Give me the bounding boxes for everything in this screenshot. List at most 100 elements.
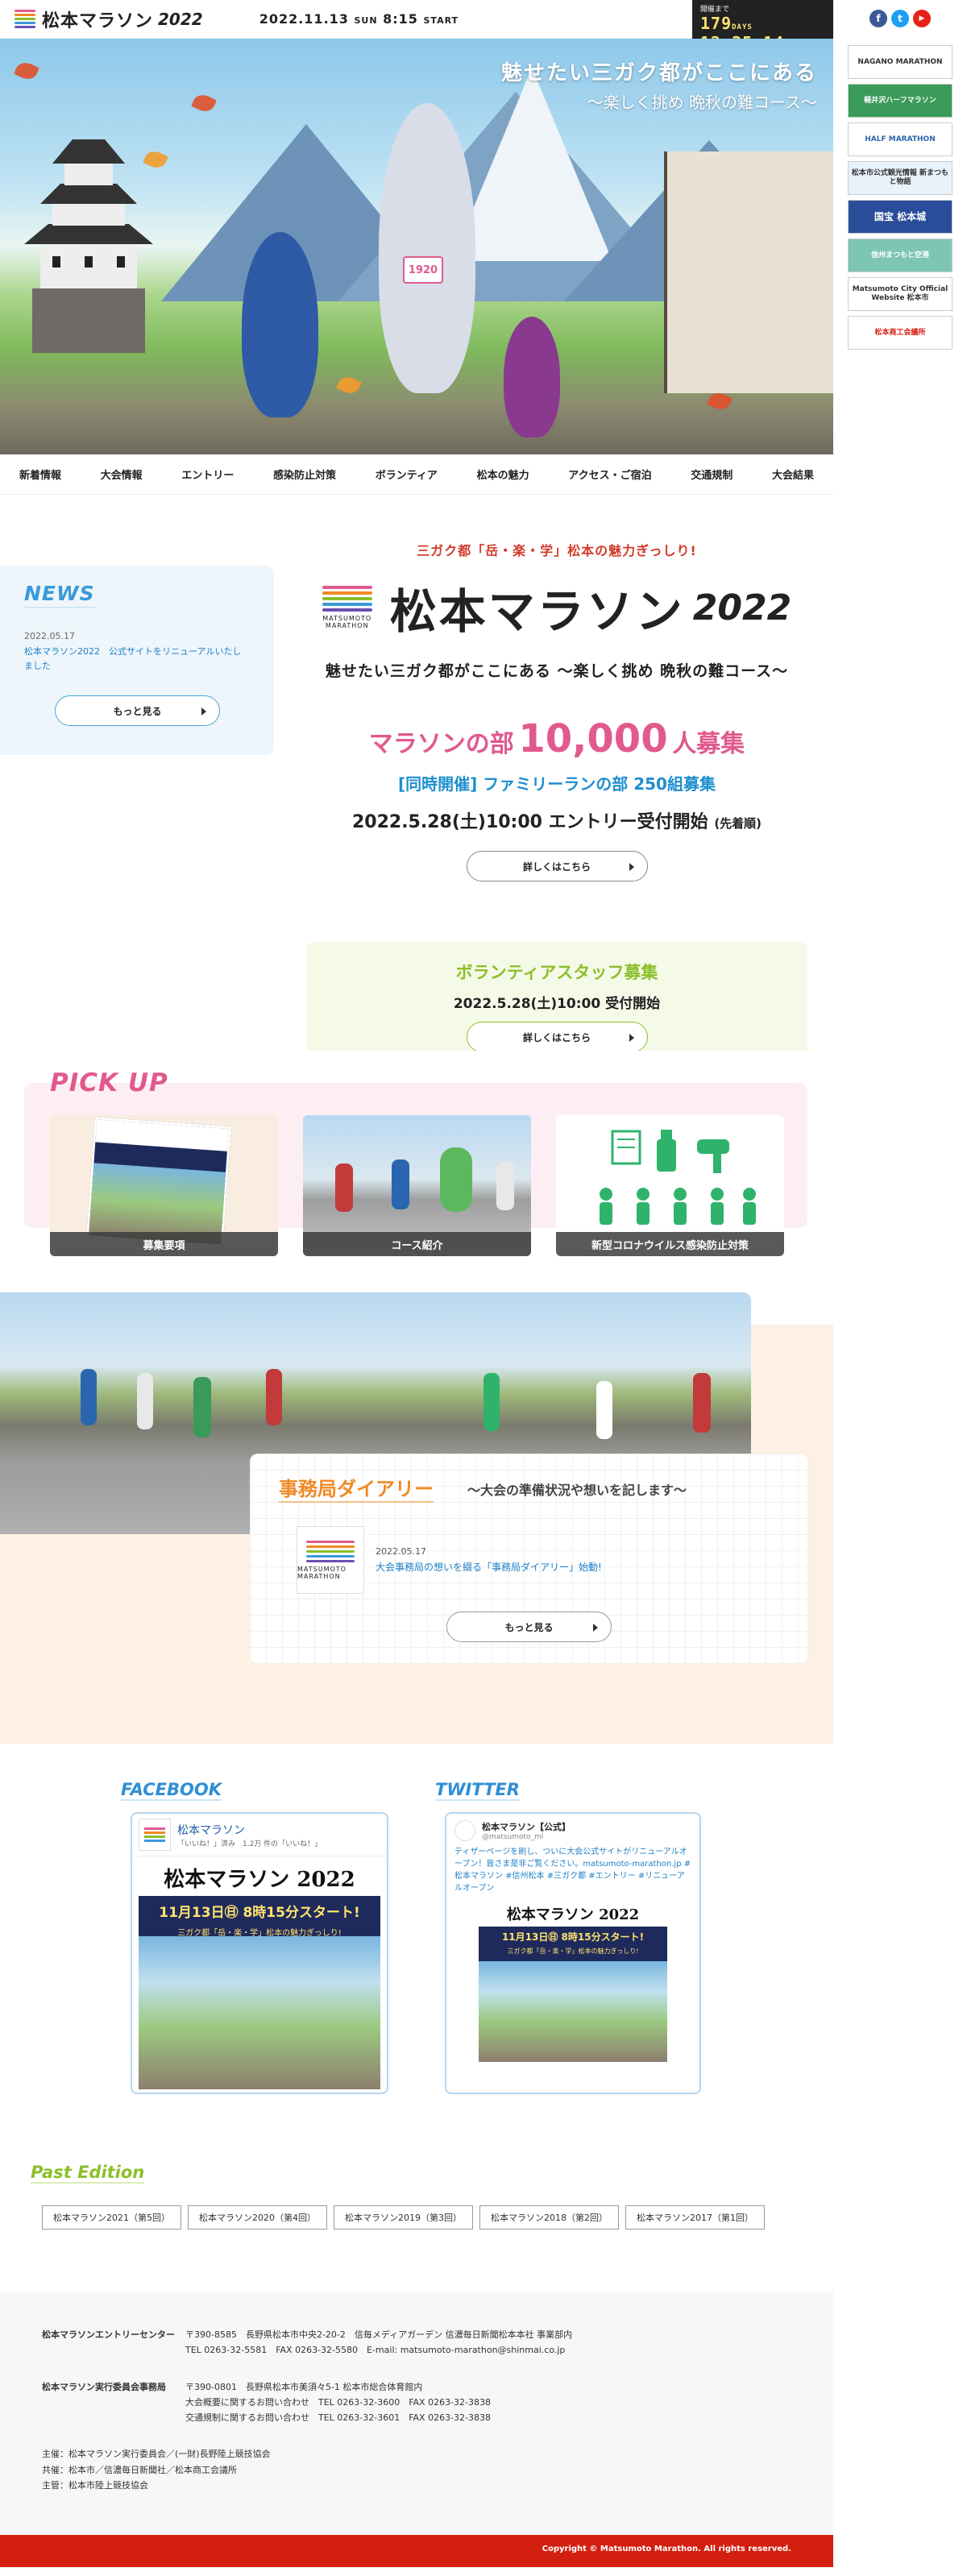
social-icons: f t ▶ [833, 10, 967, 27]
tw-poster-image: 松本マラソン 2022 11月13日㊐ 8時15分スタート! 三ガク都「岳・楽・… [479, 1901, 667, 2062]
chevron-right-icon [629, 1034, 634, 1042]
castle-illustration [24, 139, 153, 353]
main-logo-year: 2022 [692, 587, 792, 628]
runner-figure [496, 1162, 514, 1210]
main-logo-name: 松本マラソン [389, 584, 685, 639]
nav-item-infection-control[interactable]: 感染防止対策 [273, 467, 336, 482]
fb-likes: 「いいね！」済み 1.2万 件の「いいね！」 [177, 1840, 322, 1848]
banner-matsumoto-city[interactable]: Matsumoto City Official Website 松本市 [848, 277, 952, 311]
banner-half-marathon[interactable]: HALF MARATHON [848, 122, 952, 156]
nav-item-volunteer[interactable]: ボランティア [376, 467, 438, 482]
entry-center-name: 松本マラソンエントリーセンター [42, 2329, 175, 2340]
main-top: NEWS 2022.05.17 松本マラソン2022 公式サイトをリニューアルい… [0, 495, 833, 1063]
nav-item-news[interactable]: 新着情報 [19, 467, 61, 482]
facebook-embed[interactable]: 松本マラソン 「いいね！」済み 1.2万 件の「いいね！」 松本マラソン 202… [131, 1812, 388, 2094]
diary-date: 2022.05.17 [376, 1546, 426, 1557]
copyright-bar: Copyright © Matsumoto Marathon. All righ… [0, 2535, 833, 2567]
nav-item-results[interactable]: 大会結果 [772, 467, 814, 482]
chevron-right-icon [629, 863, 634, 871]
banner-matsumoto-airport[interactable]: 信州まつもと空港 [848, 239, 952, 272]
pickup-card-guidelines[interactable]: 募集要項 [50, 1115, 278, 1256]
twitter-icon[interactable]: t [891, 10, 909, 27]
banner-chamber-of-commerce[interactable]: 松本商工会議所 [848, 316, 952, 350]
hero-copy-main: 魅せたい三ガク都がここにある [500, 61, 817, 85]
runner-illustration [379, 103, 475, 393]
main-entry-block: 三ガク都「岳・楽・学」松本の魅力ぎっしり! MATSUMOTO MARATHON… [305, 540, 809, 881]
global-nav: 新着情報 大会情報 エントリー 感染防止対策 ボランティア 松本の魅力 アクセス… [0, 454, 833, 495]
banner-matsumoto-tourism[interactable]: 松本市公式観光情報 新まつもと物語 [848, 161, 952, 195]
countdown-days-unit: DAYS [732, 23, 753, 31]
volunteer-detail-button[interactable]: 詳しくはこちら [466, 1022, 648, 1052]
hero-copy: 魅せたい三ガク都がここにある 〜楽しく挑め 晩秋の難コース〜 [501, 56, 817, 113]
youtube-icon[interactable]: ▶ [913, 10, 931, 27]
twitter-embed[interactable]: 松本マラソン【公式】 @matsumoto_ml ティザーページを刷し、ついに大… [445, 1812, 701, 2094]
office-address: 〒390-0801 長野県松本市美須々5-1 松本市総合体育館内 [185, 2381, 423, 2392]
tw-poster-date: 11月13日㊐ 8時15分スタート! [501, 1931, 645, 1943]
news-text: 松本マラソン2022 公式サイトをリニューアルいたしました [24, 645, 242, 672]
footer-entry-center: 松本マラソンエントリーセンター 〒390-8585 長野県松本市中央2-20-2… [42, 2327, 791, 2358]
footer-office: 松本マラソン実行委員会事務局 〒390-0801 長野県松本市美須々5-1 松本… [42, 2379, 791, 2426]
event-date: 2022.11.13 SUN 8:15 START [259, 11, 459, 27]
nav-item-matsumoto-charm[interactable]: 松本の魅力 [477, 467, 529, 482]
diary-more-button[interactable]: もっと見る [446, 1612, 612, 1642]
marathon-logo-mark-icon: MATSUMOTO MARATHON [322, 586, 372, 629]
nav-item-access[interactable]: アクセス・ご宿泊 [568, 467, 651, 482]
nav-item-traffic[interactable]: 交通規制 [691, 467, 733, 482]
news-more-button[interactable]: もっと見る [55, 695, 220, 727]
nav-item-event-info[interactable]: 大会情報 [101, 467, 143, 482]
tw-avatar [454, 1820, 475, 1841]
nav-item-entry[interactable]: エントリー [181, 467, 234, 482]
site-logo[interactable]: 松本マラソン 2022 [0, 6, 203, 32]
logo-year: 2022 [158, 9, 203, 29]
infection-control-icons [600, 1130, 756, 1225]
diary-entry[interactable]: MATSUMOTO MARATHON 2022.05.17 大会事務局の想いを綴… [297, 1526, 602, 1594]
past-edition-2018[interactable]: 松本マラソン2018（第2回） [479, 2205, 619, 2230]
logo-caption: MATSUMOTO MARATHON [322, 615, 372, 629]
banner-karuizawa-half[interactable]: 軽井沢ハーフマラソン [848, 84, 952, 118]
runner-figure [335, 1164, 353, 1212]
past-edition-2017[interactable]: 松本マラソン2017（第1回） [625, 2205, 765, 2230]
pickup-title: PICK UP [50, 1068, 168, 1097]
past-edition-2020[interactable]: 松本マラソン2020（第4回） [188, 2205, 327, 2230]
past-edition-list: 松本マラソン2021（第5回） 松本マラソン2020（第4回） 松本マラソン20… [42, 2205, 765, 2230]
site-header: 松本マラソン 2022 2022.11.13 SUN 8:15 START 開催… [0, 0, 833, 52]
office-contact-traffic: 交通規制に関するお問い合わせ TEL 0263-32-3601 FAX 0263… [185, 2412, 492, 2423]
guideline-booklet-image [85, 1117, 232, 1247]
past-edition-2019[interactable]: 松本マラソン2019（第3回） [334, 2205, 473, 2230]
runner-illustration [504, 317, 560, 438]
fb-poster-date: 11月13日㊐ 8時15分スタート! [159, 1905, 360, 1921]
building-illustration [664, 151, 833, 393]
main-subline: 魅せたい三ガク都がここにある 〜楽しく挑め 晩秋の難コース〜 [325, 662, 789, 680]
facebook-icon[interactable]: f [869, 10, 887, 27]
sponsor-manager: 主管：松本市陸上競技協会 [42, 2479, 148, 2491]
runner-bib: 1920 [403, 256, 443, 284]
pickup-card-course[interactable]: コース紹介 [303, 1115, 531, 1256]
pickup-card-infection-control[interactable]: 新型コロナウイルス感染防止対策 [556, 1115, 784, 1256]
event-start-label: START [423, 15, 459, 26]
entry-detail-button[interactable]: 詳しくはこちら [466, 851, 648, 881]
pickup-card-label: 募集要項 [50, 1232, 278, 1256]
volunteer-box: ボランティアスタッフ募集 2022.5.28(土)10:00 受付開始 詳しくは… [306, 942, 807, 1063]
countdown-timer: 開催まで 179DAYS 12:35:14 [692, 0, 833, 52]
countdown-days: 179 [700, 14, 733, 33]
news-item[interactable]: 2022.05.17 松本マラソン2022 公式サイトをリニューアルいたしました [24, 629, 250, 674]
volunteer-title: ボランティアスタッフ募集 [455, 963, 658, 982]
banner-nagano-marathon[interactable]: NAGANO MARATHON [848, 45, 952, 79]
mascot-figure [440, 1147, 472, 1212]
diary-title: 事務局ダイアリー [279, 1473, 434, 1503]
tw-name: 松本マラソン【公式】 [482, 1822, 571, 1832]
logo-mark-icon [15, 9, 35, 30]
recruit-suffix: 人募集 [672, 730, 745, 758]
banner-matsumoto-castle[interactable]: 国宝 松本城 [848, 200, 952, 234]
past-edition-section: Past Edition 松本マラソン2021（第5回） 松本マラソン2020（… [0, 2130, 833, 2292]
event-weekday: SUN [354, 15, 378, 26]
tw-poster-sub: 三ガク都「岳・楽・学」松本の魅力ぎっしり! [507, 1948, 639, 1955]
main-logo: MATSUMOTO MARATHON 松本マラソン 2022 [305, 574, 809, 641]
maple-leaf-icon [335, 373, 363, 397]
past-edition-2021[interactable]: 松本マラソン2021（第5回） [42, 2205, 181, 2230]
diary-thumb-caption: MATSUMOTO MARATHON [297, 1565, 347, 1580]
diary-more-label: もっと見る [504, 1621, 554, 1633]
sponsor-cohost: 共催：松本市／信濃毎日新聞社／松本商工会議所 [42, 2464, 237, 2475]
countdown-label: 開催まで [700, 6, 730, 14]
recruit-number: 10,000 [518, 716, 668, 761]
